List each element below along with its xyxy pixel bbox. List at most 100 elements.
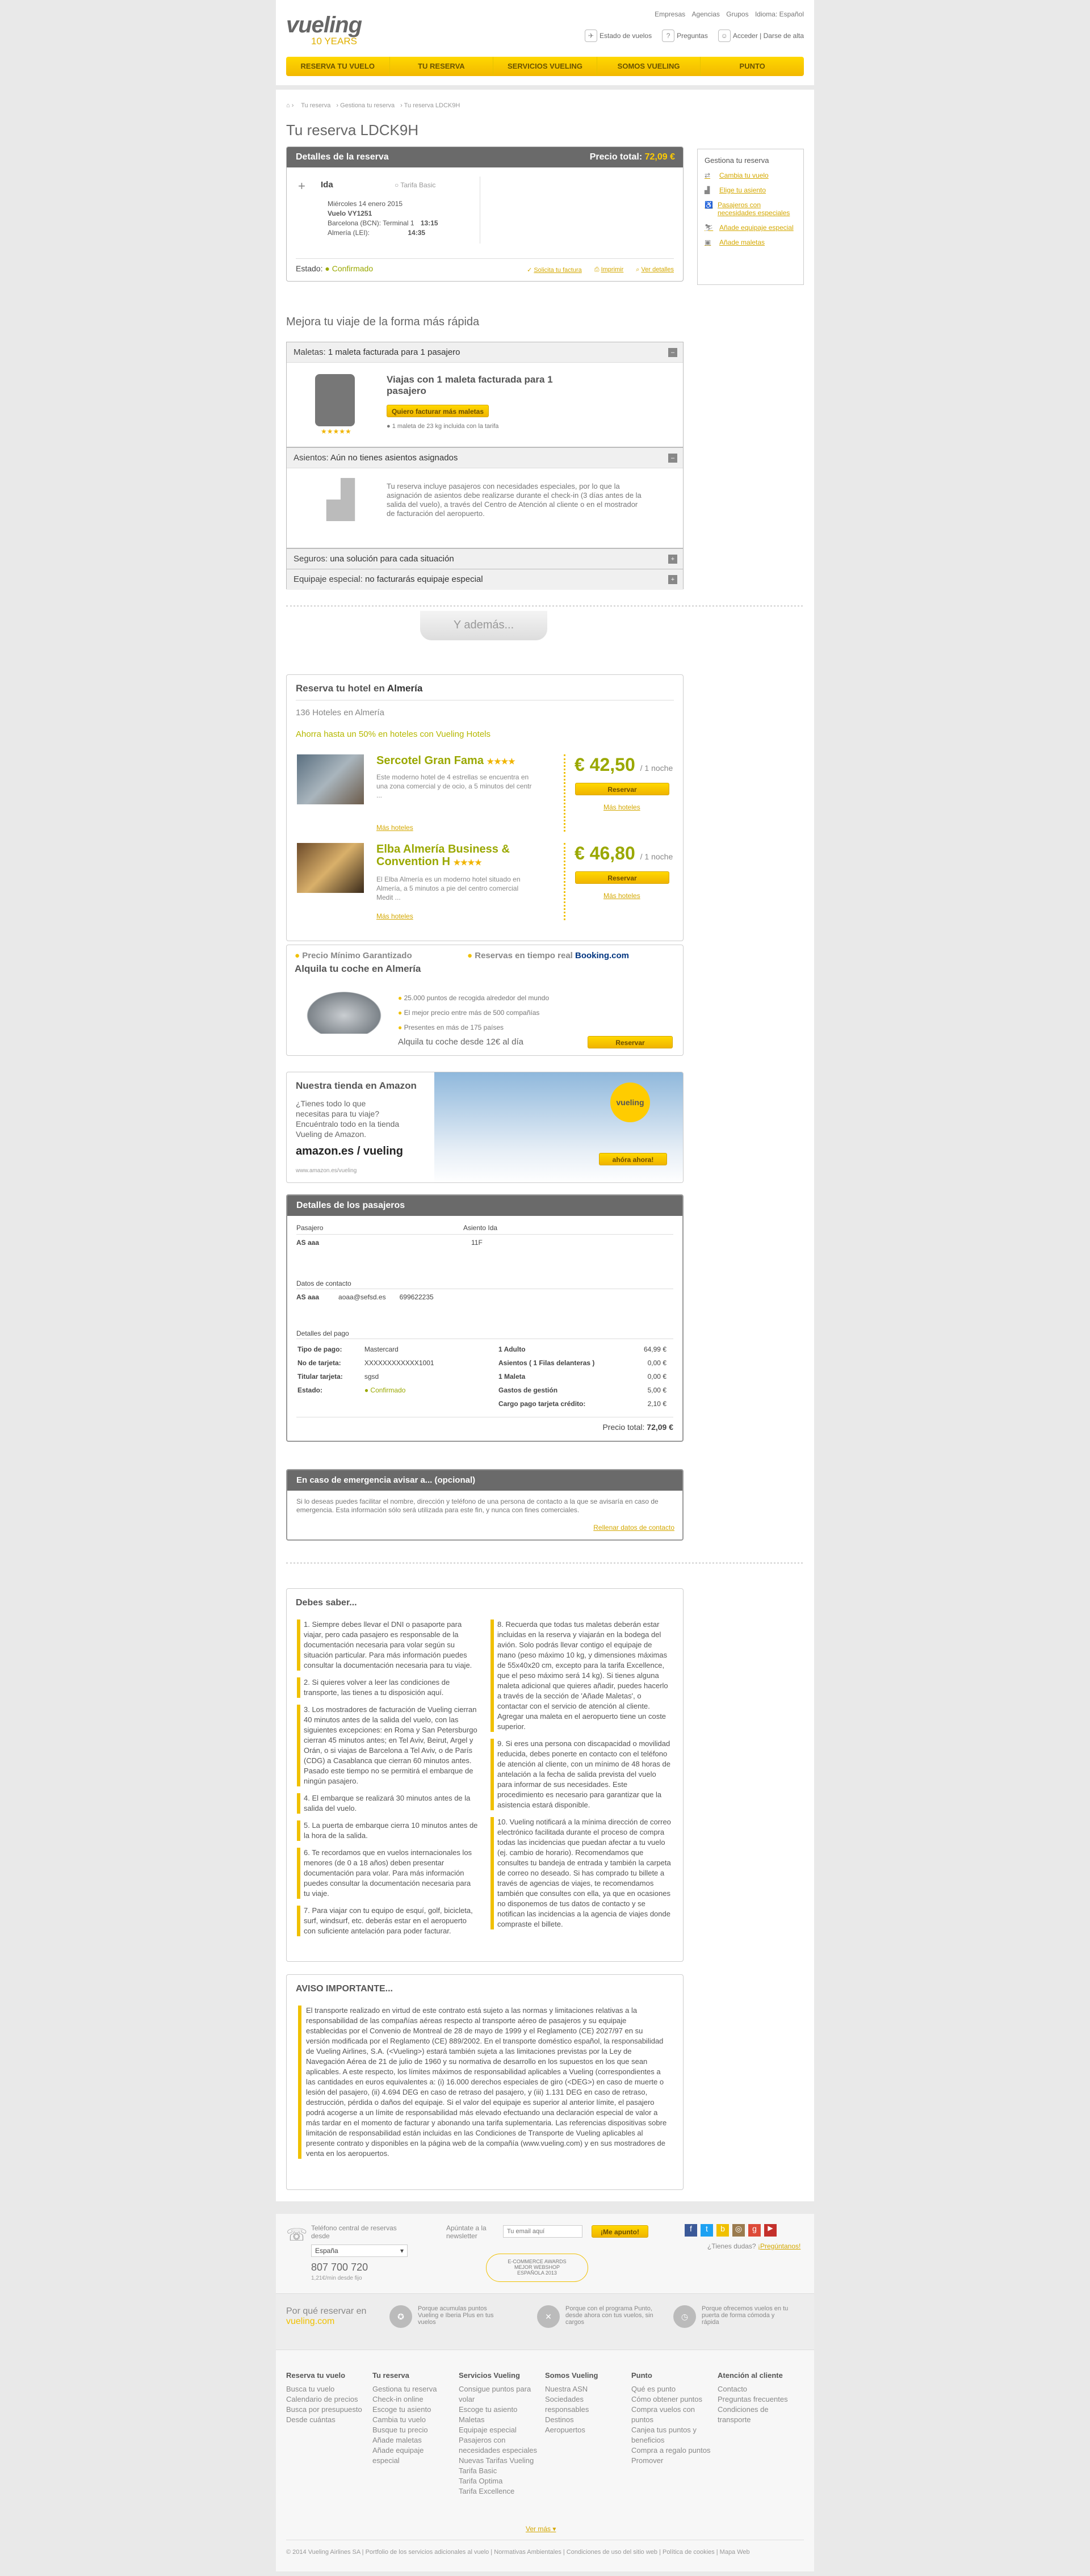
nav-somos[interactable]: SOMOS VUELING [597,57,701,76]
hotel-more-link-2[interactable]: Más hoteles [603,803,640,811]
maletas-header[interactable]: Maletas: 1 maleta facturada para 1 pasaj… [287,342,683,363]
footer-link[interactable]: Check-in online [372,2394,452,2405]
nav-reserva-vuelo[interactable]: RESERVA TU VUELO [286,57,390,76]
sidebar-equipaje-especial[interactable]: ⛷ Añade equipaje especial [705,224,796,232]
footer-link[interactable]: Añade equipaje especial [372,2445,452,2466]
hotel-image[interactable] [297,843,364,893]
footer-link[interactable]: Desde cuántas [286,2415,366,2425]
vueling-logo[interactable]: vueling 10 YEARS [286,12,362,47]
hotel-name[interactable]: Elba Almería Business & Convention H ★★★… [376,843,547,869]
collapse-icon[interactable]: – [668,454,677,463]
sidebar-maletas[interactable]: ▣ Añade maletas [705,238,796,246]
youtube-icon[interactable]: ▶ [764,2224,777,2237]
car-reserve-button[interactable]: Reservar [588,1036,673,1048]
crumb-gestiona[interactable]: Gestiona tu reserva [340,102,395,109]
footer-link[interactable]: Promover [631,2456,711,2466]
link-agencias[interactable]: Agencias [692,10,720,18]
hotels-promo[interactable]: Ahorra hasta un 50% en hoteles con Vueli… [296,729,491,739]
footer-link[interactable]: Cómo obtener puntos [631,2394,711,2405]
footer-link[interactable]: Busca tu vuelo [286,2384,366,2394]
invoice-link[interactable]: ✓ Solicita tu factura [527,266,582,274]
country-select[interactable]: España ▾ [311,2244,408,2257]
hotel-more-link-2[interactable]: Más hoteles [603,892,640,900]
print-link[interactable]: ⎙ Imprimir [594,266,624,274]
newsletter-email-input[interactable] [503,2225,582,2238]
footer-link[interactable]: Pasajeros con necesidades especiales [459,2435,538,2456]
nav-tu-reserva[interactable]: TU RESERVA [390,57,494,76]
flight-status-link[interactable]: ✈ Estado de vuelos [585,30,652,42]
hotel-name[interactable]: Sercotel Gran Fama ★★★★ [376,754,547,767]
footer-link[interactable]: Compra a regalo puntos [631,2445,711,2456]
footer-link[interactable]: Consigue puntos para volar [459,2384,538,2405]
footer-link[interactable]: Busca por presupuesto [286,2405,366,2415]
link-grupos[interactable]: Grupos [726,10,748,18]
footer-link[interactable]: Escoge tu asiento [459,2405,538,2415]
footer-link[interactable]: Nuevas Tarifas Vueling [459,2456,538,2466]
footer-link[interactable]: Tarifa Excellence [459,2486,538,2497]
chat-icon: ? [662,30,675,42]
footer-link[interactable]: Qué es punto [631,2384,711,2394]
crumb-tu-reserva[interactable]: Tu reserva [301,102,330,109]
footer-link[interactable]: Sociedades responsables [545,2394,624,2415]
newsletter-button[interactable]: ¡Me apunto! [592,2225,648,2238]
footer-link[interactable]: Canjea tus puntos y beneficios [631,2425,711,2445]
footer-link[interactable]: Añade maletas [372,2435,452,2445]
footer-link[interactable]: Aeropuertos [545,2425,624,2435]
expand-icon[interactable]: + [668,555,677,564]
footer-link[interactable]: Calendario de precios [286,2394,366,2405]
ver-mas-link[interactable]: Ver más ▾ [526,2525,556,2533]
footer-link[interactable]: Maletas [459,2415,538,2425]
asientos-section: Asientos: Aún no tienes asientos asignad… [286,447,684,548]
language-select[interactable]: Idioma: Español [755,10,804,18]
footer-link[interactable]: Gestiona tu reserva [372,2384,452,2394]
home-icon[interactable]: ⌂ › [286,102,294,109]
hotel-reserve-button[interactable]: Reservar [575,783,669,795]
footer-link[interactable]: Busque tu precio [372,2425,452,2435]
emergency-link[interactable]: Rellenar datos de contacto [593,1524,674,1532]
plus-icon[interactable]: + [298,179,305,194]
footer-link[interactable]: Tarifa Optima [459,2476,538,2486]
footer-link[interactable]: Preguntas frecuentes [718,2394,797,2405]
hotel-image[interactable] [297,754,364,804]
seguros-section[interactable]: Seguros: una solución para cada situació… [286,548,684,569]
check-icon: ● [295,951,300,960]
user-icon: ☺ [718,30,731,42]
facebook-icon[interactable]: f [685,2224,697,2237]
hotel-reserve-button[interactable]: Reservar [575,871,669,884]
asientos-header[interactable]: Asientos: Aún no tienes asientos asignad… [287,448,683,468]
expand-icon[interactable]: + [668,575,677,584]
equipaje-header[interactable]: Equipaje especial: no facturarás equipaj… [287,569,683,590]
hotel-more-link[interactable]: Más hoteles [376,824,413,832]
sidebar-cambia-vuelo[interactable]: ⇄ Cambia tu vuelo [705,171,796,179]
footer-link[interactable]: Tarifa Basic [459,2466,538,2476]
amazon-button[interactable]: ahóra ahora! [599,1153,667,1165]
add-bags-button[interactable]: Quiero facturar más maletas [387,405,489,417]
sidebar-elige-asiento[interactable]: ▟ Elige tu asiento [705,186,796,194]
footer-link[interactable]: Compra vuelos con puntos [631,2405,711,2425]
link-empresas[interactable]: Empresas [655,10,685,18]
footer-link[interactable]: Nuestra ASN [545,2384,624,2394]
nav-servicios[interactable]: SERVICIOS VUELING [493,57,597,76]
footer-link[interactable]: Destinos [545,2415,624,2425]
footer-link[interactable]: Condiciones de transporte [718,2405,797,2425]
footer-link[interactable]: Cambia tu vuelo [372,2415,452,2425]
equipaje-section[interactable]: Equipaje especial: no facturarás equipaj… [286,569,684,590]
instagram-icon[interactable]: ◎ [732,2224,745,2237]
footer-link[interactable]: Contacto [718,2384,797,2394]
collapse-icon[interactable]: – [668,348,677,357]
googleplus-icon[interactable]: g [748,2224,761,2237]
sidebar-pasajeros-especiales[interactable]: ♿ Pasajeros con necesidades especiales [705,201,796,217]
no-fee-icon: ✕ [537,2305,560,2328]
login-link[interactable]: ☺ Acceder | Darse de alta [718,30,804,42]
twitter-icon[interactable]: t [701,2224,713,2237]
details-link[interactable]: ⌕ Ver detalles [636,266,674,274]
ask-link[interactable]: ¡Pregúntanos! [758,2242,800,2250]
hotel-more-link[interactable]: Más hoteles [376,912,413,920]
seguros-header[interactable]: Seguros: una solución para cada situació… [287,549,683,569]
nav-punto[interactable]: PUNTO [701,57,804,76]
footer-link[interactable]: Escoge tu asiento [372,2405,452,2415]
blog-icon[interactable]: b [716,2224,729,2237]
questions-link[interactable]: ? Preguntas [662,30,708,42]
footer-link[interactable]: Equipaje especial [459,2425,538,2435]
amazon-banner[interactable]: Nuestra tienda en Amazon ¿Tienes todo lo… [286,1072,684,1183]
